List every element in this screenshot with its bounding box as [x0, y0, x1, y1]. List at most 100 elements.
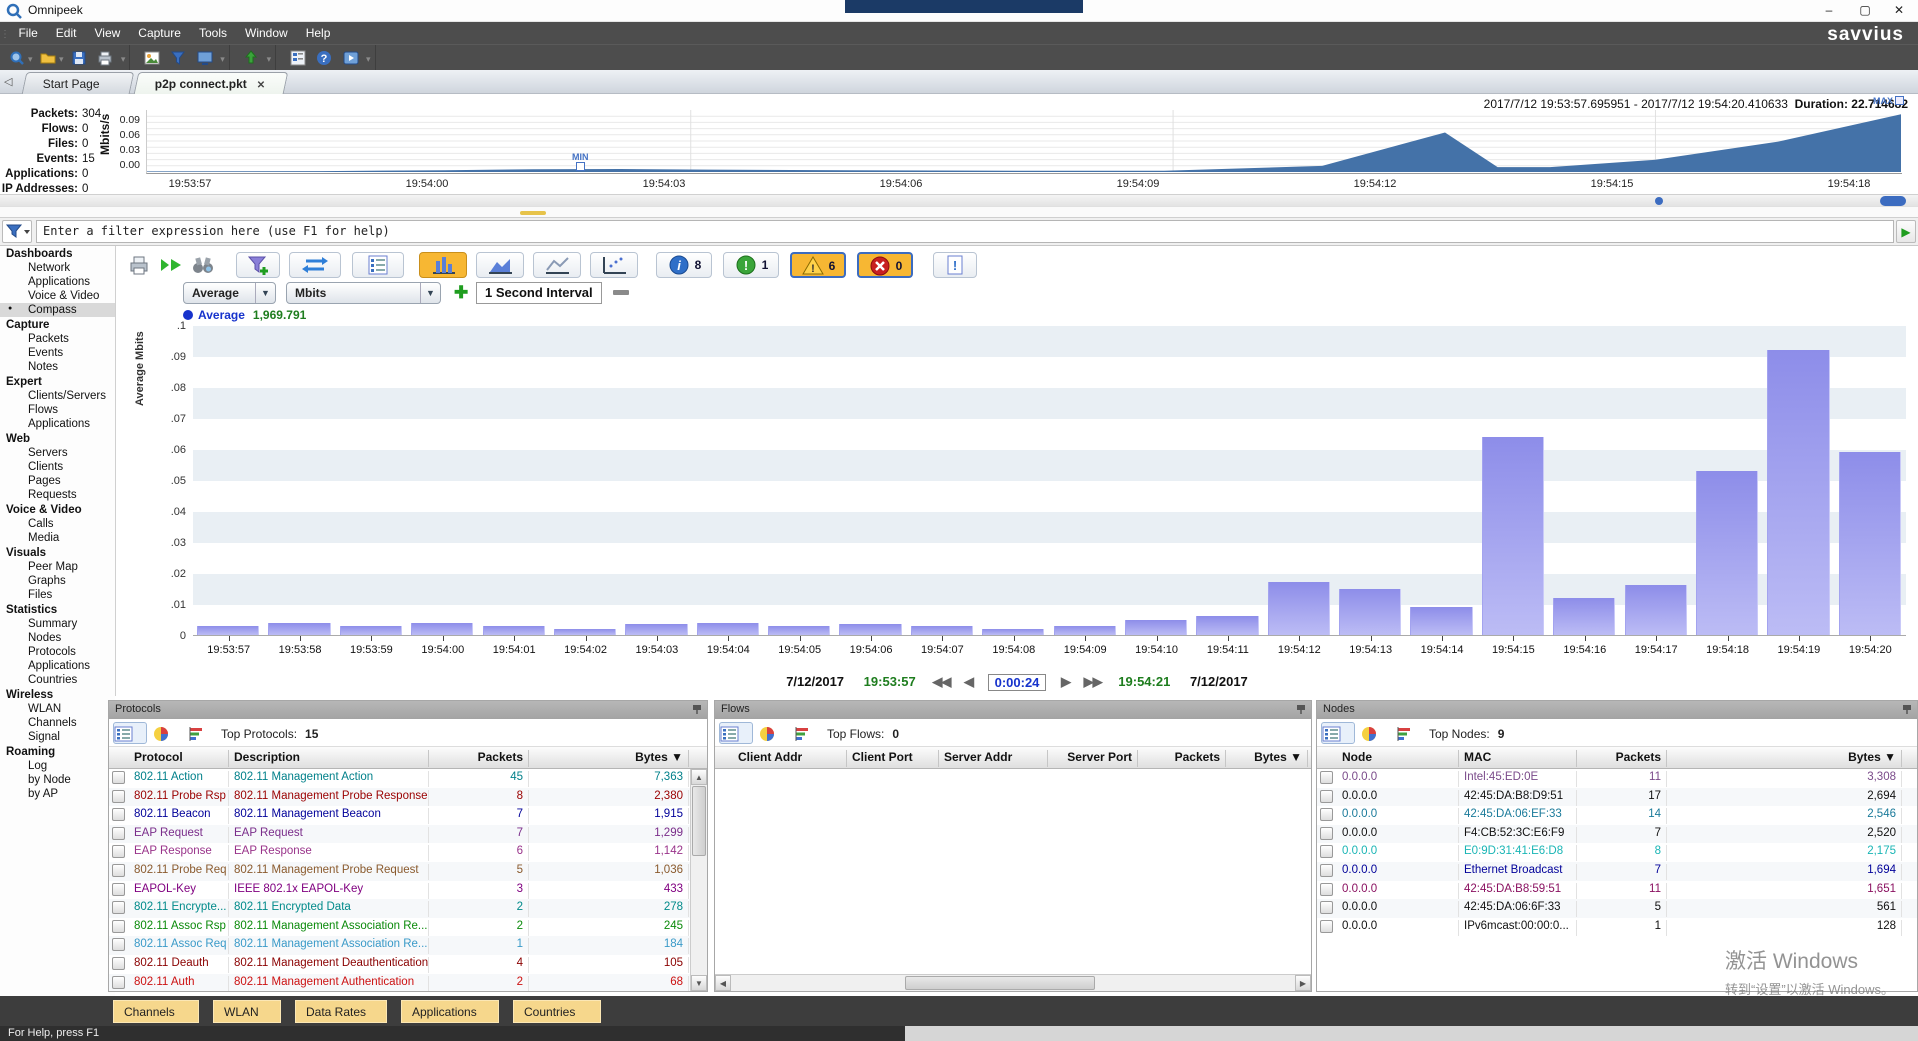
table-row[interactable]: 0.0.0.042:45:DA:06:6F:335561	[1317, 899, 1917, 918]
chart-bar[interactable]	[982, 629, 1044, 635]
overflow-chevron[interactable]: ▾	[366, 48, 371, 65]
row-checkbox[interactable]	[1320, 827, 1333, 840]
chart-bar[interactable]	[839, 624, 901, 635]
chart-bar[interactable]	[1268, 582, 1330, 635]
maximize-button[interactable]: ▢	[1848, 0, 1882, 21]
chart-bar[interactable]	[625, 624, 687, 635]
save-icon[interactable]	[69, 48, 89, 68]
image-icon[interactable]	[142, 48, 162, 68]
sidebar-item-packets[interactable]: Packets	[0, 332, 115, 346]
print-icon[interactable]	[95, 48, 115, 68]
zoom-in-icon[interactable]: ✚	[454, 283, 468, 303]
column-header-protocol[interactable]: Protocol	[129, 750, 229, 767]
timeline-min-marker[interactable]: MIN	[568, 152, 592, 171]
sidebar-item-protocols[interactable]: Protocols	[0, 645, 115, 659]
scroll-up-icon[interactable]: ▲	[691, 769, 707, 785]
footer-button-wlan[interactable]: WLAN	[213, 1000, 281, 1023]
minimize-button[interactable]: –	[1812, 0, 1846, 21]
list-view-icon[interactable]	[719, 722, 753, 744]
row-checkbox[interactable]	[1320, 883, 1333, 896]
timeline-slider-dot[interactable]	[1655, 197, 1663, 205]
column-header-bytes-[interactable]: Bytes ▼	[529, 750, 689, 767]
chart-bar[interactable]	[1125, 620, 1187, 636]
sidebar-item-countries[interactable]: Countries	[0, 673, 115, 687]
zoom-out-icon[interactable]	[613, 290, 629, 295]
chart-bar[interactable]	[1553, 598, 1615, 635]
table-row[interactable]: 802.11 Probe Rsp802.11 Management Probe …	[109, 788, 707, 807]
row-checkbox[interactable]	[1320, 771, 1333, 784]
row-checkbox[interactable]	[1320, 920, 1333, 933]
timeline-scrollbar[interactable]	[0, 194, 1918, 206]
menu-edit[interactable]: Edit	[47, 22, 86, 44]
row-checkbox[interactable]	[112, 845, 125, 858]
forward-icon[interactable]	[159, 254, 183, 276]
chart-bar[interactable]	[1625, 585, 1687, 635]
table-row[interactable]: 0.0.0.0Intel:45:ED:0E113,308	[1317, 769, 1917, 788]
table-row[interactable]: 0.0.0.0F4:CB:52:3C:E6:F972,520	[1317, 825, 1917, 844]
row-checkbox[interactable]	[112, 957, 125, 970]
row-checkbox[interactable]	[112, 771, 125, 784]
sidebar-item-by-ap[interactable]: by AP	[0, 787, 115, 801]
chevron-down-icon[interactable]: ▼	[420, 283, 440, 303]
scroll-right-icon[interactable]: ▶	[1295, 975, 1311, 991]
sidebar-item-summary[interactable]: Summary	[0, 617, 115, 631]
sidebar-item-compass[interactable]: Compass	[0, 303, 115, 317]
column-header-description[interactable]: Description	[229, 750, 429, 767]
sidebar-item-channels[interactable]: Channels	[0, 716, 115, 730]
menu-help[interactable]: Help	[297, 22, 340, 44]
chart-bar[interactable]	[1054, 626, 1116, 635]
chart-bar[interactable]	[1767, 350, 1829, 635]
sidebar-item-applications[interactable]: Applications	[0, 275, 115, 289]
chart-bar[interactable]	[411, 623, 473, 635]
overflow-chevron[interactable]: ▾	[220, 48, 225, 65]
sidebar-item-notes[interactable]: Notes	[0, 360, 115, 374]
table-row[interactable]: 802.11 Action802.11 Management Action457…	[109, 769, 707, 788]
chart-bar[interactable]	[554, 629, 616, 635]
table-row[interactable]: EAPOL-KeyIEEE 802.1x EAPOL-Key3433	[109, 881, 707, 900]
chevron-down-icon[interactable]: ▼	[255, 283, 275, 303]
timeline-max-marker[interactable]	[1895, 96, 1904, 105]
chart-bar[interactable]	[1482, 437, 1544, 635]
row-checkbox[interactable]	[112, 976, 125, 989]
sidebar-item-network[interactable]: Network	[0, 261, 115, 275]
sidebar-item-nodes[interactable]: Nodes	[0, 631, 115, 645]
overflow-chevron[interactable]: ▾	[267, 48, 272, 65]
chart-bar[interactable]	[340, 626, 402, 635]
sidebar-item-pages[interactable]: Pages	[0, 474, 115, 488]
print-icon[interactable]	[128, 254, 150, 276]
sidebar-item-clients[interactable]: Clients	[0, 460, 115, 474]
table-row[interactable]: 0.0.0.042:45:DA:06:EF:33142,546	[1317, 806, 1917, 825]
scroll-down-icon[interactable]: ▼	[691, 975, 707, 991]
pin-icon[interactable]	[1296, 704, 1306, 714]
filter-expression-input[interactable]: Enter a filter expression here (use F1 f…	[36, 220, 1894, 243]
apply-filter-icon[interactable]: ▶	[1896, 220, 1916, 243]
warning-events-button[interactable]: !6	[790, 252, 846, 278]
list-view-icon[interactable]	[1321, 722, 1355, 744]
row-checkbox[interactable]	[112, 883, 125, 896]
sidebar-item-calls[interactable]: Calls	[0, 517, 115, 531]
sidebar-item-log[interactable]: Log	[0, 759, 115, 773]
window-list-icon[interactable]	[288, 48, 308, 68]
row-checkbox[interactable]	[112, 790, 125, 803]
table-row[interactable]: 802.11 Assoc Req802.11 Management Associ…	[109, 936, 707, 955]
sidebar-item-peer-map[interactable]: Peer Map	[0, 560, 115, 574]
chart-bar[interactable]	[197, 626, 259, 635]
scroll-left-icon[interactable]: ◀	[715, 975, 731, 991]
chart-bar[interactable]	[1339, 589, 1401, 636]
timeline-slider-handle[interactable]	[1880, 196, 1906, 206]
close-button[interactable]: ✕	[1882, 0, 1916, 21]
footer-button-data-rates[interactable]: Data Rates	[295, 1000, 387, 1023]
funnel-icon[interactable]	[168, 48, 188, 68]
units-select[interactable]: Mbits▼	[286, 282, 441, 304]
column-header-server-port[interactable]: Server Port	[1048, 750, 1138, 767]
pie-chart-icon[interactable]	[1359, 722, 1393, 744]
column-header-client-addr[interactable]: Client Addr	[733, 750, 847, 767]
search-icon[interactable]	[7, 48, 27, 68]
sidebar-item-voice-video[interactable]: Voice & Video	[0, 289, 115, 303]
column-header-bytes-[interactable]: Bytes ▼	[1226, 750, 1308, 767]
upload-icon[interactable]	[241, 48, 261, 68]
pie-chart-icon[interactable]	[151, 722, 185, 744]
report-button[interactable]: !	[933, 252, 977, 278]
chart-bar[interactable]	[768, 626, 830, 635]
sidebar-item-applications[interactable]: Applications	[0, 659, 115, 673]
